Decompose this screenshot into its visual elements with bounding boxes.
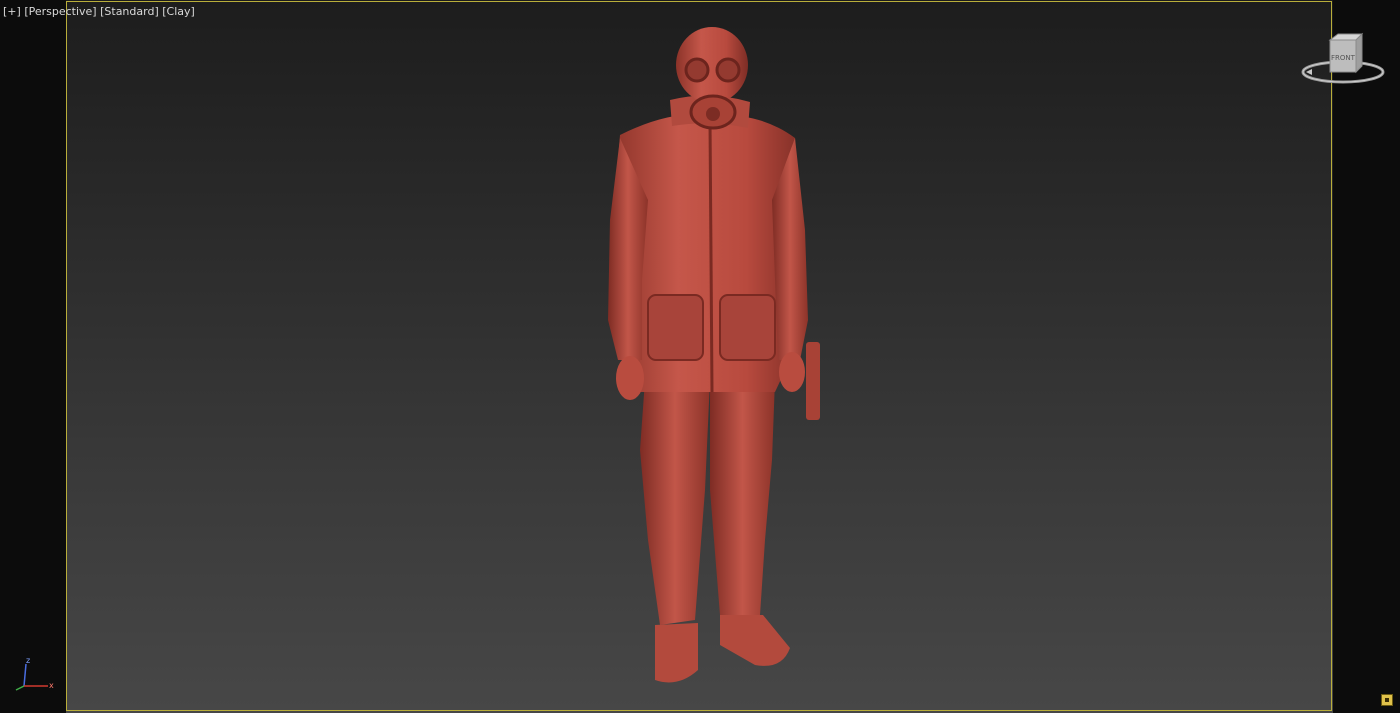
axis-tripod-icon: z x xyxy=(15,656,54,691)
pistol xyxy=(806,342,820,420)
viewport-point-of-view-menu[interactable]: [Perspective] xyxy=(24,5,96,18)
viewcube-face-label: FRONT xyxy=(1331,54,1356,62)
axis-x-label: x xyxy=(49,681,54,690)
right-gutter xyxy=(1333,0,1400,713)
viewcube-icon[interactable]: FRONT xyxy=(1300,32,1386,88)
viewport-standard-menu[interactable]: [Standard] xyxy=(100,5,159,18)
left-gutter xyxy=(0,0,66,713)
viewport-shading-menu[interactable]: [Clay] xyxy=(162,5,195,18)
right-leg xyxy=(710,380,775,615)
left-leg xyxy=(640,380,710,625)
left-boot xyxy=(655,623,698,683)
viewport-general-menu[interactable]: [+] xyxy=(3,5,21,18)
maximize-toggle-icon[interactable] xyxy=(1381,694,1393,706)
axis-z-label: z xyxy=(26,656,30,665)
right-boot xyxy=(720,615,790,666)
viewport-root[interactable]: [+] [Perspective] [Standard] [Clay] FRON… xyxy=(0,0,1400,713)
clay-figure-model[interactable] xyxy=(560,20,860,700)
viewport-label-menu: [+] [Perspective] [Standard] [Clay] xyxy=(3,5,195,18)
